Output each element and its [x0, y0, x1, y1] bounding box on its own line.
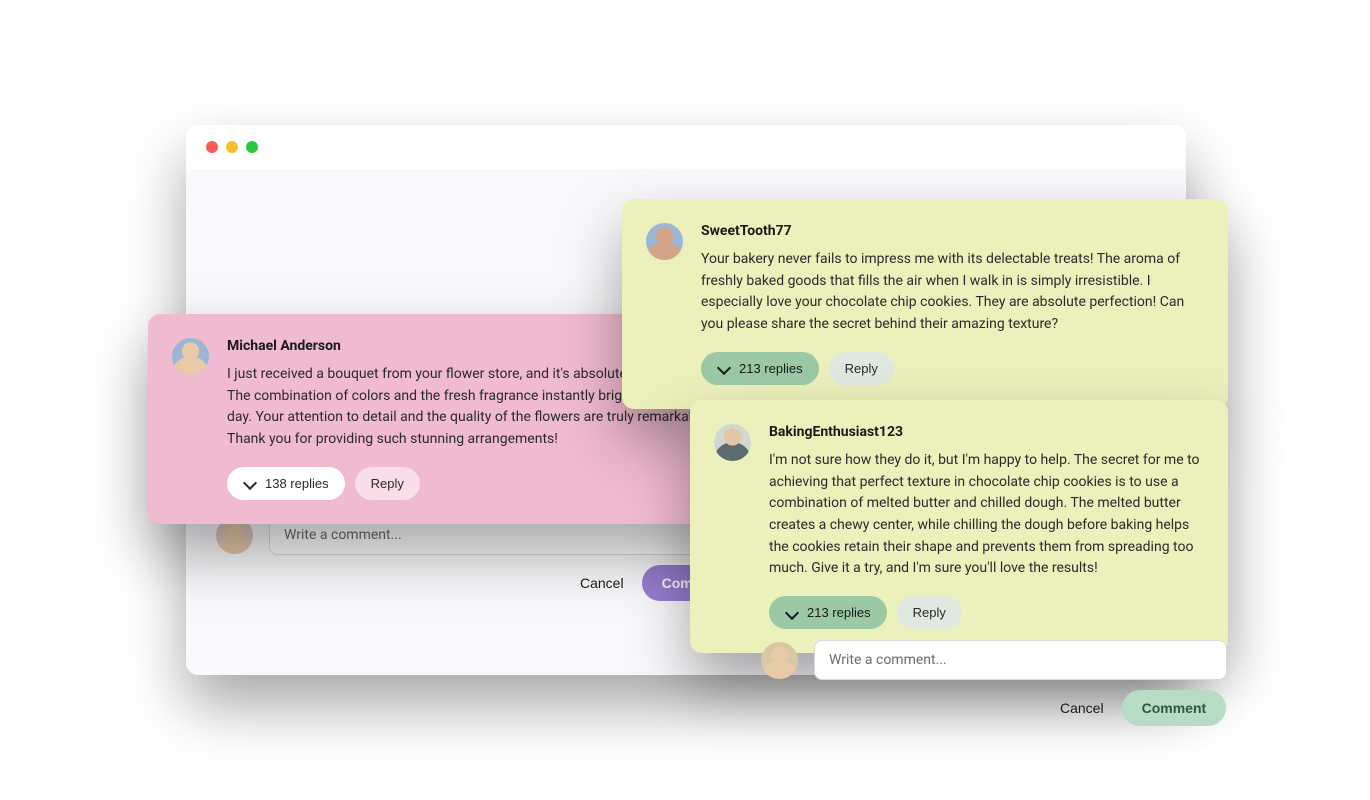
comment-body: Your bakery never fails to impress me wi… [701, 249, 1204, 336]
avatar [761, 642, 798, 679]
replies-count: 213 replies [739, 361, 803, 376]
comment-card: SweetTooth77 Your bakery never fails to … [622, 199, 1228, 409]
window-close-dot[interactable] [206, 141, 218, 153]
chevron-down-icon [785, 606, 799, 620]
cancel-button[interactable]: Cancel [1060, 700, 1104, 716]
comment-actions: 213 replies Reply [701, 352, 1204, 385]
comment-placeholder: Write a comment... [284, 527, 402, 543]
comment-input[interactable]: Write a comment... [814, 640, 1227, 680]
comment-body: I'm not sure how they do it, but I'm hap… [769, 450, 1204, 580]
comment-actions: 138 replies Reply [227, 467, 730, 500]
replies-button[interactable]: 138 replies [227, 467, 345, 500]
comment-composer: Write a comment... [761, 640, 1227, 680]
comment-placeholder: Write a comment... [829, 652, 947, 668]
reply-label: Reply [913, 605, 946, 620]
avatar [714, 424, 751, 461]
replies-button[interactable]: 213 replies [701, 352, 819, 385]
composer-actions: Cancel Comment [1060, 690, 1226, 726]
window-maximize-dot[interactable] [246, 141, 258, 153]
window-minimize-dot[interactable] [226, 141, 238, 153]
chevron-down-icon [717, 361, 731, 375]
reply-label: Reply [371, 476, 404, 491]
cancel-button[interactable]: Cancel [580, 575, 624, 591]
comment-actions: 213 replies Reply [769, 596, 1204, 629]
comment-card: BakingEnthusiast123 I'm not sure how the… [690, 400, 1228, 653]
avatar [172, 338, 209, 375]
avatar [646, 223, 683, 260]
comment-username: SweetTooth77 [701, 223, 1204, 239]
comment-button[interactable]: Comment [1122, 690, 1227, 726]
replies-count: 213 replies [807, 605, 871, 620]
replies-button[interactable]: 213 replies [769, 596, 887, 629]
comment-username: BakingEnthusiast123 [769, 424, 1204, 440]
reply-button[interactable]: Reply [355, 467, 420, 500]
window-titlebar [186, 125, 1186, 169]
reply-label: Reply [845, 361, 878, 376]
chevron-down-icon [243, 476, 257, 490]
reply-button[interactable]: Reply [829, 352, 894, 385]
reply-button[interactable]: Reply [897, 596, 962, 629]
replies-count: 138 replies [265, 476, 329, 491]
